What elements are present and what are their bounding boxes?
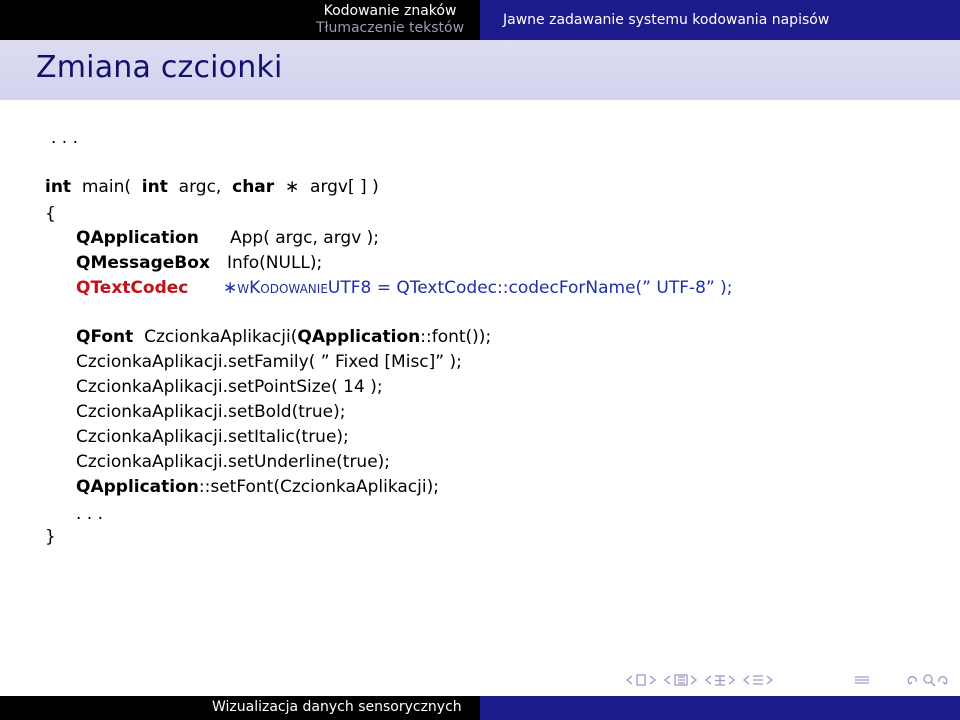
code-text: ∗ argv[ ] ) (274, 177, 379, 197)
code-text: Info(NULL); (227, 253, 323, 273)
nav-doc-prev-icon[interactable] (742, 675, 750, 685)
nav-doc-next-icon[interactable] (766, 675, 774, 685)
type-name: QApplication (76, 477, 199, 497)
nav-align-icon[interactable] (855, 676, 869, 684)
code-brace-close: } (45, 527, 56, 547)
code-text: CzcionkaAplikacji( (133, 327, 298, 347)
keyword-char: char (232, 177, 275, 197)
nav-section-prev-icon[interactable] (704, 675, 712, 685)
code-line-qmessagebox: QMessageBox Info(NULL); (76, 253, 322, 273)
code-text: ::setFont(CzcionkaAplikacji); (198, 477, 439, 497)
nav-subsection-prev-icon[interactable] (663, 675, 671, 685)
code-line-setbold: CzcionkaAplikacji.setBold(true); (76, 402, 346, 422)
code-line-qfont: QFont CzcionkaAplikacji(QApplication::fo… (76, 327, 491, 347)
nav-frame-next-icon[interactable] (649, 675, 657, 685)
code-text: main( (71, 177, 142, 197)
nav-section-icon[interactable] (715, 675, 725, 686)
nav-frame-icon[interactable] (636, 674, 646, 686)
code-line-main: int main( int argc, char ∗ argv[ ] ) (45, 177, 379, 197)
top-navigation-bar: Kodowanie znaków Tłumaczenie tekstów Jaw… (0, 0, 960, 40)
footer-title: Wizualizacja danych sensorycznych (212, 699, 462, 715)
nav-left-panel (0, 0, 300, 40)
nav-subsection-icon[interactable] (674, 674, 688, 686)
type-name: QFont (76, 327, 134, 347)
nav-forward-icon[interactable] (938, 676, 948, 685)
section-link-current[interactable]: Kodowanie znaków (300, 3, 480, 20)
keyword-int: int (45, 177, 72, 197)
footer-right (480, 696, 960, 720)
code-line-setunderline: CzcionkaAplikacji.setUnderline(true); (76, 452, 391, 472)
search-icon[interactable] (923, 674, 936, 687)
section-nav: Kodowanie znaków Tłumaczenie tekstów (300, 0, 480, 40)
code-pointer: ∗ (223, 278, 238, 298)
code-text: argc, (167, 177, 233, 197)
beamer-navigation-symbols (625, 674, 948, 687)
code-text: App( argc, argv ); (230, 228, 380, 248)
slide-title-bar: Zmiana czcionki (0, 40, 960, 100)
nav-section-next-icon[interactable] (728, 675, 736, 685)
section-link-next[interactable]: Tłumaczenie tekstów (300, 20, 480, 37)
code-brace-open: { (45, 204, 56, 224)
slide-title: Zmiana czcionki (36, 50, 283, 85)
code-line-setfamily: CzcionkaAplikacji.setFamily( ” Fixed [Mi… (76, 352, 462, 372)
nav-frame-prev-icon[interactable] (625, 675, 633, 685)
keyword-int: int (141, 177, 168, 197)
nav-subsection-next-icon[interactable] (690, 675, 698, 685)
code-variable: wKodowanieUTF8 (237, 278, 372, 298)
code-line-setpointsize: CzcionkaAplikacji.setPointSize( 14 ); (76, 377, 383, 397)
type-name-highlight: QTextCodec (76, 278, 189, 298)
code-ellipsis-top: . . . (51, 128, 79, 148)
code-line-qapplication: QApplication App( argc, argv ); (76, 228, 379, 248)
code-ellipsis-inner: . . . (76, 504, 104, 524)
nav-doc-icon[interactable] (753, 675, 763, 685)
code-text: ::font()); (420, 327, 492, 347)
type-name: QApplication (76, 228, 199, 248)
code-line-qtextcodec: QTextCodec ∗wKodowanieUTF8 = QTextCodec::… (76, 278, 733, 298)
footer-left: Wizualizacja danych sensorycznych (0, 696, 480, 720)
code-line-setfont: QApplication::setFont(CzcionkaAplikacji)… (76, 477, 439, 497)
code-line-setitalic: CzcionkaAplikacji.setItalic(true); (76, 427, 349, 447)
subsection-link[interactable]: Jawne zadawanie systemu kodowania napisó… (503, 12, 829, 28)
type-name: QApplication (297, 327, 421, 347)
type-name: QMessageBox (76, 253, 210, 273)
code-text-highlight: = QTextCodec::codecForName(” UTF-8” ); (371, 278, 733, 298)
nav-back-icon[interactable] (907, 676, 917, 685)
subsection-nav: Jawne zadawanie systemu kodowania napisó… (480, 0, 960, 40)
footer-bar: Wizualizacja danych sensorycznych (0, 696, 960, 720)
